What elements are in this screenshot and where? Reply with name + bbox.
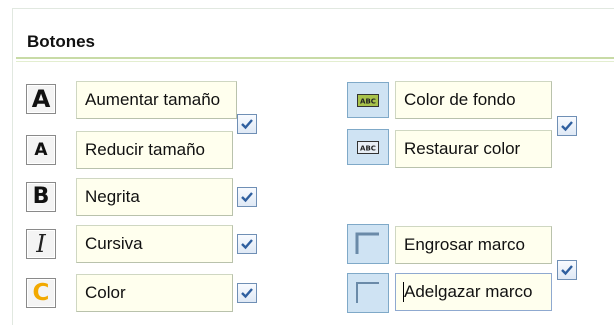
increase-size-label: Aumentar tamaño <box>85 90 221 109</box>
bg-group-checkbox[interactable] <box>557 116 577 136</box>
italic-label-field[interactable]: Cursiva <box>76 225 233 263</box>
increase-size-label-field[interactable]: Aumentar tamaño <box>76 81 237 119</box>
italic-letter-i-icon: I <box>36 230 46 258</box>
border-group-checkbox[interactable] <box>557 260 577 280</box>
abc-restore-icon: ABC <box>357 140 379 154</box>
checkmark-icon <box>241 239 253 250</box>
reduce-size-label-field[interactable]: Reducir tamaño <box>76 131 233 169</box>
checkmark-icon <box>241 119 253 130</box>
restore-color-label: Restaurar color <box>404 139 521 158</box>
reduce-size-icon[interactable]: A <box>26 135 56 165</box>
background-color-label-field[interactable]: Color de fondo <box>395 81 552 119</box>
panel-left-border <box>12 8 13 325</box>
panel-top-border <box>12 8 614 9</box>
checkmark-icon <box>561 121 573 132</box>
abc-highlight-icon: ABC <box>357 93 379 107</box>
bold-label-field[interactable]: Negrita <box>76 178 233 216</box>
section-separator <box>16 57 614 59</box>
thin-border-icon-button[interactable] <box>347 273 389 313</box>
bold-checkbox[interactable] <box>237 187 257 207</box>
italic-label: Cursiva <box>85 234 143 253</box>
background-color-label: Color de fondo <box>404 90 516 109</box>
size-group-checkbox[interactable] <box>237 114 257 134</box>
increase-size-icon[interactable]: A <box>26 84 56 114</box>
letter-c-color-icon: C <box>32 279 50 306</box>
thicken-border-label-field[interactable]: Engrosar marco <box>395 226 552 264</box>
checkmark-icon <box>241 192 253 203</box>
italic-checkbox[interactable] <box>237 234 257 254</box>
color-label: Color <box>85 283 126 302</box>
thicken-border-label: Engrosar marco <box>404 235 525 254</box>
checkmark-icon <box>241 288 253 299</box>
reduce-size-label: Reducir tamaño <box>85 140 206 159</box>
section-separator-light <box>16 61 614 62</box>
svg-text:ABC: ABC <box>360 144 376 152</box>
thin-border-label-field[interactable]: Adelgazar marco <box>395 273 552 311</box>
section-title: Botones <box>27 32 95 51</box>
restore-color-label-field[interactable]: Restaurar color <box>395 130 552 168</box>
checkmark-icon <box>561 265 573 276</box>
large-letter-a-icon: A <box>31 85 51 113</box>
color-checkbox[interactable] <box>237 283 257 303</box>
color-icon[interactable]: C <box>26 278 56 308</box>
svg-text:ABC: ABC <box>360 97 376 105</box>
thick-border-icon <box>355 232 379 254</box>
bold-letter-b-icon: B <box>32 184 50 209</box>
thin-border-icon <box>356 282 379 303</box>
bold-icon[interactable]: B <box>26 182 56 212</box>
buttons-settings-panel: Botones A Aumentar tamaño A Reducir tama… <box>0 0 614 325</box>
bold-label: Negrita <box>85 187 140 206</box>
restore-color-icon[interactable]: ABC <box>347 129 389 165</box>
thicken-border-icon[interactable] <box>347 224 389 264</box>
background-color-icon[interactable]: ABC <box>347 82 389 118</box>
italic-icon[interactable]: I <box>26 229 56 259</box>
text-caret <box>403 282 404 302</box>
small-letter-a-icon: A <box>34 139 48 160</box>
thin-border-label: Adelgazar marco <box>404 282 533 301</box>
color-label-field[interactable]: Color <box>76 274 233 312</box>
